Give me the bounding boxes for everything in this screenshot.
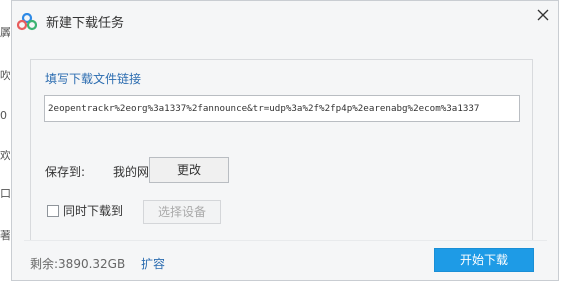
expand-storage-link[interactable]: 扩容 bbox=[141, 256, 165, 272]
background-text-fragment: 著 bbox=[0, 230, 10, 242]
remaining-space: 剩余:3890.32GB bbox=[30, 256, 125, 272]
remaining-space-label: 剩余: bbox=[30, 257, 59, 271]
background-text-fragment: 口 bbox=[0, 188, 10, 200]
download-settings-panel: 填写下载文件链接 2eopentrackr%2eorg%3a1337%2fann… bbox=[30, 59, 533, 241]
new-download-task-dialog: 新建下载任务 填写下载文件链接 2eopentrackr%2eorg%3a133… bbox=[11, 0, 559, 281]
link-field-label: 填写下载文件链接 bbox=[45, 72, 142, 86]
change-location-button[interactable]: 更改 bbox=[149, 157, 229, 183]
download-link-input[interactable]: 2eopentrackr%2eorg%3a1337%2fannounce&tr=… bbox=[44, 95, 520, 122]
background-text-fragment: 吹 bbox=[0, 70, 10, 82]
close-icon[interactable] bbox=[535, 7, 551, 23]
footer-divider bbox=[24, 240, 547, 241]
baidu-netdisk-cloud-icon bbox=[16, 12, 38, 31]
background-text-fragment: 羼 bbox=[0, 27, 10, 39]
dialog-titlebar[interactable]: 新建下载任务 bbox=[12, 1, 558, 41]
background-text-fragment: 欢 bbox=[0, 150, 10, 162]
download-to-device-checkbox[interactable] bbox=[47, 205, 59, 217]
remaining-space-value: 3890.32GB bbox=[58, 257, 126, 271]
dialog-title: 新建下载任务 bbox=[46, 16, 125, 31]
start-download-button[interactable]: 开始下载 bbox=[434, 248, 534, 272]
select-device-button: 选择设备 bbox=[143, 200, 221, 224]
background-text-fragment: 0 bbox=[0, 110, 7, 122]
save-to-label: 保存到: bbox=[45, 165, 86, 179]
download-to-device-label[interactable]: 同时下载到 bbox=[63, 203, 123, 219]
